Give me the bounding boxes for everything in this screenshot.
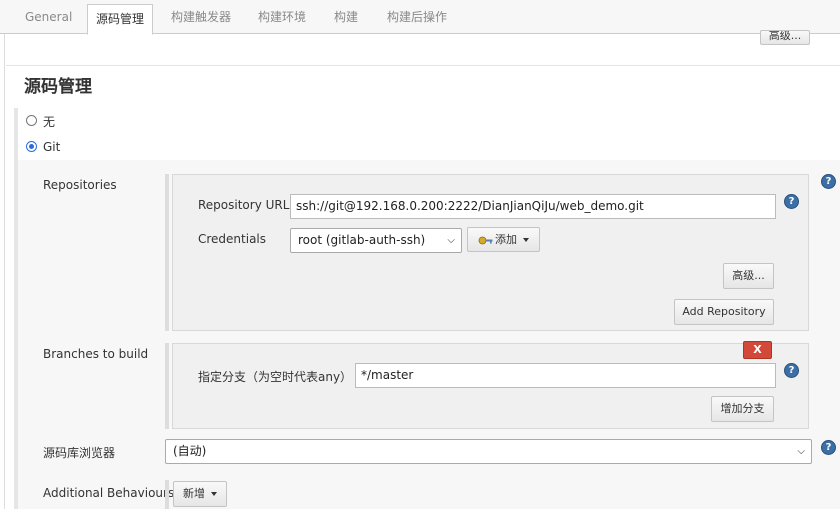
branch-specifier-label: 指定分支（为空时代表any）	[198, 370, 353, 384]
tab-general[interactable]: General	[25, 0, 72, 34]
help-icon[interactable]: ?	[784, 363, 799, 378]
branches-to-build-label: Branches to build	[43, 347, 149, 361]
branches-indent-bar	[165, 343, 169, 429]
content-left-border	[4, 34, 5, 509]
tab-build[interactable]: 构建	[334, 0, 358, 34]
repository-browser-value: (自动)	[173, 444, 207, 458]
help-icon[interactable]: ?	[821, 174, 836, 189]
previous-section-advanced-label: 高级...	[768, 30, 802, 42]
credentials-label: Credentials	[198, 232, 267, 246]
tab-build-environment[interactable]: 构建环境	[258, 0, 306, 34]
additional-behaviours-label: Additional Behaviours	[43, 486, 175, 500]
tab-scm[interactable]: 源码管理	[87, 4, 154, 35]
caret-down-icon	[211, 492, 217, 496]
section-title: 源码管理	[24, 77, 92, 97]
repositories-indent-bar	[165, 174, 169, 331]
delete-branch-button[interactable]: X	[743, 341, 772, 359]
scm-git-radio[interactable]	[26, 141, 37, 152]
help-icon[interactable]: ?	[784, 194, 799, 209]
tab-bar: General 源码管理 构建触发器 构建环境 构建 构建后操作	[0, 0, 840, 35]
scm-none-radio[interactable]	[26, 115, 37, 126]
chevron-down-icon: ⌵	[447, 235, 455, 246]
credentials-select[interactable]: root (gitlab-auth-ssh) ⌵	[290, 228, 462, 253]
help-icon[interactable]: ?	[821, 440, 836, 455]
credentials-value: root (gitlab-auth-ssh)	[298, 233, 426, 247]
add-credentials-label: 添加	[495, 233, 517, 246]
scm-git-label: Git	[43, 140, 61, 154]
add-branch-button[interactable]: 增加分支	[711, 396, 774, 422]
add-behaviour-button[interactable]: 新增	[173, 481, 227, 507]
tab-build-triggers[interactable]: 构建触发器	[171, 0, 231, 34]
repository-url-label: Repository URL	[198, 198, 290, 212]
repository-browser-select[interactable]: (自动) ⌵	[165, 439, 812, 464]
repository-browser-label: 源码库浏览器	[43, 446, 116, 460]
caret-down-icon	[523, 238, 529, 242]
add-behaviour-label: 新增	[183, 487, 205, 500]
section-divider	[6, 65, 840, 66]
previous-section-advanced-button[interactable]: 高级...	[760, 30, 810, 45]
repository-url-input[interactable]: ssh://git@192.168.0.200:2222/DianJianQiJ…	[290, 194, 776, 219]
tab-post-build[interactable]: 构建后操作	[387, 0, 447, 34]
repositories-label: Repositories	[43, 178, 117, 192]
add-credentials-button[interactable]: 添加	[467, 227, 540, 252]
key-icon	[478, 236, 493, 244]
behaviours-indent-bar	[165, 480, 169, 509]
chevron-down-icon: ⌵	[797, 446, 805, 457]
scm-none-label: 无	[43, 115, 56, 129]
add-repository-button[interactable]: Add Repository	[674, 299, 774, 325]
repository-advanced-button[interactable]: 高级...	[723, 263, 774, 289]
branch-specifier-input[interactable]: */master	[355, 363, 776, 388]
